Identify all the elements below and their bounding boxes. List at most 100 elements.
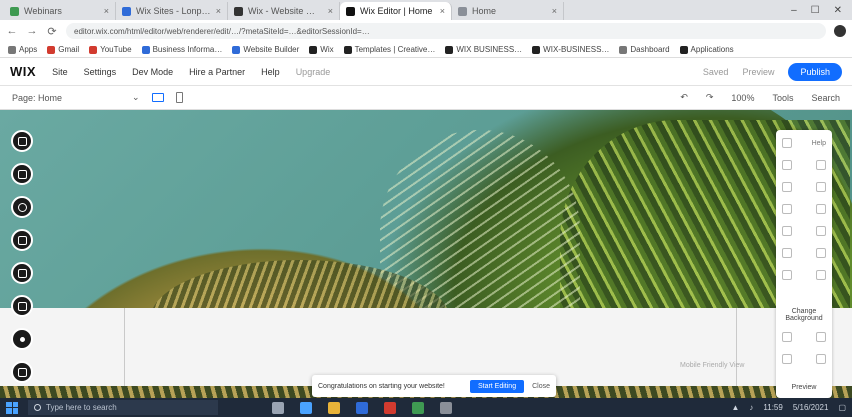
menu-hire-partner[interactable]: Hire a Partner (189, 67, 245, 77)
copy-icon[interactable] (816, 270, 826, 280)
stretch-icon[interactable] (816, 354, 826, 364)
align-top-icon[interactable] (816, 182, 826, 192)
windows-taskbar: Type here to search ▲ ♪ 11:59 5/16/2021 … (0, 398, 852, 417)
network-icon[interactable]: ▲ (731, 403, 739, 412)
tab-close-icon[interactable]: × (328, 6, 333, 16)
minimize-icon[interactable]: – (791, 5, 797, 16)
browser-tab-wix-editor[interactable]: Wix Editor | Home × (340, 2, 452, 20)
notifications-icon[interactable]: ▢ (838, 403, 846, 412)
close-toast-button[interactable]: Close (532, 383, 550, 390)
panel-row (782, 352, 826, 366)
bookmarks-bar: Apps Gmail YouTube Business Informa… Web… (0, 42, 852, 58)
forward-icon[interactable]: → (26, 25, 38, 37)
menu-site[interactable]: Site (52, 67, 68, 77)
task-view-icon[interactable] (272, 401, 284, 414)
zoom-level[interactable]: 100% (731, 93, 754, 103)
mail-icon[interactable] (384, 401, 396, 414)
lock-icon[interactable] (782, 248, 792, 258)
bookmark-label: WIX-BUSINESS… (543, 45, 610, 54)
mobile-view-icon[interactable] (175, 92, 183, 103)
bookmark-apps[interactable]: Apps (8, 45, 37, 54)
hide-icon[interactable] (816, 248, 826, 258)
bookmark-templates[interactable]: Templates | Creative… (343, 45, 435, 54)
editor-canvas[interactable]: Help Change Background Preview Mobile Fr… (0, 110, 852, 398)
app-icon[interactable] (440, 401, 452, 414)
url-input[interactable]: editor.wix.com/html/editor/web/renderer/… (66, 23, 826, 39)
chrome-icon[interactable] (412, 401, 424, 414)
bookmark-label: Apps (19, 45, 38, 54)
media-button[interactable] (11, 262, 33, 284)
bookmark-applications[interactable]: Applications (679, 45, 734, 54)
publish-button[interactable]: Publish (788, 62, 842, 81)
tab-close-icon[interactable]: × (104, 6, 109, 16)
redo-icon[interactable]: ↷ (706, 92, 714, 103)
align-right-icon[interactable] (782, 182, 792, 192)
menu-upgrade[interactable]: Upgrade (296, 67, 331, 77)
bookmark-website-builder[interactable]: Website Builder (232, 45, 299, 54)
bookmark-wix-business-2[interactable]: WIX-BUSINESS… (532, 45, 609, 54)
start-editing-button[interactable]: Start Editing (469, 379, 525, 393)
windows-start-icon[interactable] (6, 401, 18, 414)
bookmark-wix-business-1[interactable]: WIX BUSINESS… (445, 45, 522, 54)
close-window-icon[interactable]: ✕ (834, 5, 842, 16)
animation-icon[interactable] (816, 332, 826, 342)
volume-icon[interactable]: ♪ (749, 403, 753, 412)
tab-close-icon[interactable]: × (216, 6, 221, 16)
align-center-icon[interactable] (816, 160, 826, 170)
browser-tab-wix-wizard[interactable]: Wix - Website Wizard × (228, 2, 340, 20)
my-business-button[interactable] (11, 361, 33, 383)
file-explorer-icon[interactable] (328, 401, 340, 414)
arrange-icon[interactable] (782, 226, 792, 236)
menus-pages-button[interactable] (11, 130, 33, 152)
back-icon[interactable]: ← (6, 25, 18, 37)
add-apps-button[interactable] (11, 229, 33, 251)
bookmark-wix[interactable]: Wix (309, 45, 334, 54)
bookmark-dashboard[interactable]: Dashboard (619, 45, 670, 54)
menu-help[interactable]: Help (261, 67, 280, 77)
bookmark-business-info[interactable]: Business Informa… (141, 45, 223, 54)
browser-tab-webinars[interactable]: Webinars × (4, 2, 116, 20)
preview-button[interactable]: Preview (742, 67, 774, 77)
business-button[interactable] (11, 295, 33, 317)
menu-settings[interactable]: Settings (84, 67, 117, 77)
change-background-label[interactable]: Change Background (782, 308, 826, 322)
blog-button[interactable] (11, 328, 33, 350)
tab-close-icon[interactable]: × (440, 6, 445, 16)
bookmark-youtube[interactable]: YouTube (89, 45, 132, 54)
tools-button[interactable]: Tools (772, 93, 793, 103)
help-icon[interactable] (782, 138, 792, 148)
desktop-view-icon[interactable] (151, 93, 164, 102)
match-size-icon[interactable] (816, 204, 826, 214)
add-elements-button[interactable] (11, 196, 33, 218)
background-button[interactable] (11, 163, 33, 185)
panel-row (782, 158, 826, 172)
bookmark-label: Business Informa… (152, 45, 223, 54)
undo-icon[interactable]: ↶ (680, 92, 688, 103)
settings-icon[interactable] (782, 332, 792, 342)
tab-favicon-icon (10, 6, 19, 16)
duplicate-icon[interactable] (782, 270, 792, 280)
bookmark-gmail[interactable]: Gmail (47, 45, 79, 54)
align-left-icon[interactable] (782, 160, 792, 170)
panel-preview-label[interactable]: Preview (782, 384, 826, 391)
tab-close-icon[interactable]: × (552, 6, 557, 16)
clock-time[interactable]: 11:59 (763, 403, 782, 412)
toast-message: Congratulations on starting your website… (318, 382, 445, 390)
profile-avatar-icon[interactable] (834, 25, 846, 37)
distribute-icon[interactable] (782, 204, 792, 214)
menu-dev-mode[interactable]: Dev Mode (132, 67, 173, 77)
taskbar-search[interactable]: Type here to search (28, 400, 218, 415)
save-status[interactable]: Saved (703, 67, 729, 77)
wix-logo[interactable]: WIX (10, 64, 36, 79)
clock-date[interactable]: 5/16/2021 (793, 403, 829, 412)
search-button[interactable]: Search (811, 93, 840, 103)
edge-icon[interactable] (300, 401, 312, 414)
maximize-icon[interactable]: ☐ (811, 5, 820, 16)
store-icon[interactable] (356, 401, 368, 414)
page-selector[interactable]: Page: Home ⌄ (12, 92, 140, 103)
browser-tab-home[interactable]: Home × (452, 2, 564, 20)
layers-icon[interactable] (816, 226, 826, 236)
browser-tab-wix-sites[interactable]: Wix Sites - Lonpi Lab × (116, 2, 228, 20)
reload-icon[interactable]: ⟳ (46, 25, 58, 38)
design-icon[interactable] (782, 354, 792, 364)
